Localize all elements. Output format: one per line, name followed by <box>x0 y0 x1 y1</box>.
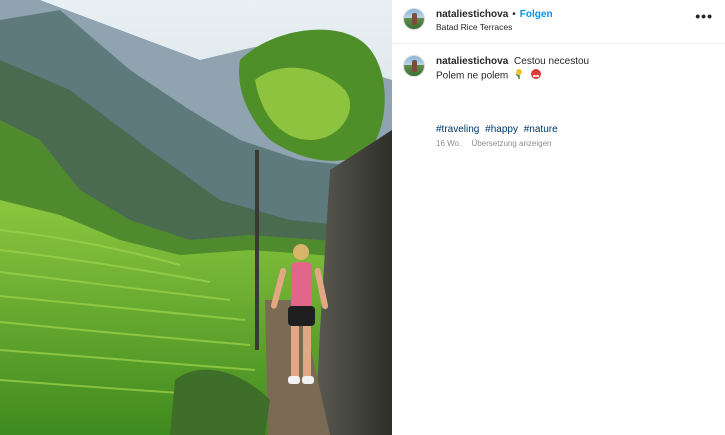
location-link[interactable]: Batad Rice Terraces <box>436 22 512 32</box>
post-photo[interactable] <box>0 0 392 435</box>
avatar[interactable] <box>403 8 425 30</box>
hashtag-list: #traveling #happy #nature <box>436 124 561 135</box>
username-link[interactable]: nataliestichova <box>436 9 508 20</box>
separator-dot: • <box>512 9 516 20</box>
caption-comment: nataliestichova Cestou necestou Polem ne… <box>393 44 725 154</box>
caption-text: nataliestichova Cestou necestou Polem ne… <box>436 55 706 84</box>
post-age[interactable]: 16 Wo. <box>436 139 461 148</box>
post-photo-image <box>0 0 392 435</box>
comment-meta: 16 Wo. Übersetzung anzeigen <box>436 139 552 148</box>
red-heart-emoji-icon <box>530 68 542 84</box>
header-user-line: nataliestichova • Folgen <box>436 9 553 20</box>
post-details-panel: nataliestichova • Folgen Batad Rice Terrac… <box>393 0 725 435</box>
caption-line-1: Cestou necestou <box>514 56 590 67</box>
avatar[interactable] <box>403 55 425 77</box>
sun-with-plant-emoji-icon <box>513 68 525 84</box>
translate-link[interactable]: Übersetzung anzeigen <box>471 139 551 148</box>
hashtag-link[interactable]: #traveling <box>436 124 479 135</box>
caption-username-link[interactable]: nataliestichova <box>436 56 508 67</box>
post-header: nataliestichova • Folgen Batad Rice Terrac… <box>393 0 725 44</box>
more-options-icon[interactable]: ••• <box>695 9 713 23</box>
hashtag-link[interactable]: #nature <box>524 124 558 135</box>
caption-line-2: Polem ne polem <box>436 70 509 82</box>
hashtag-link[interactable]: #happy <box>485 124 518 135</box>
follow-button[interactable]: Folgen <box>520 9 553 20</box>
